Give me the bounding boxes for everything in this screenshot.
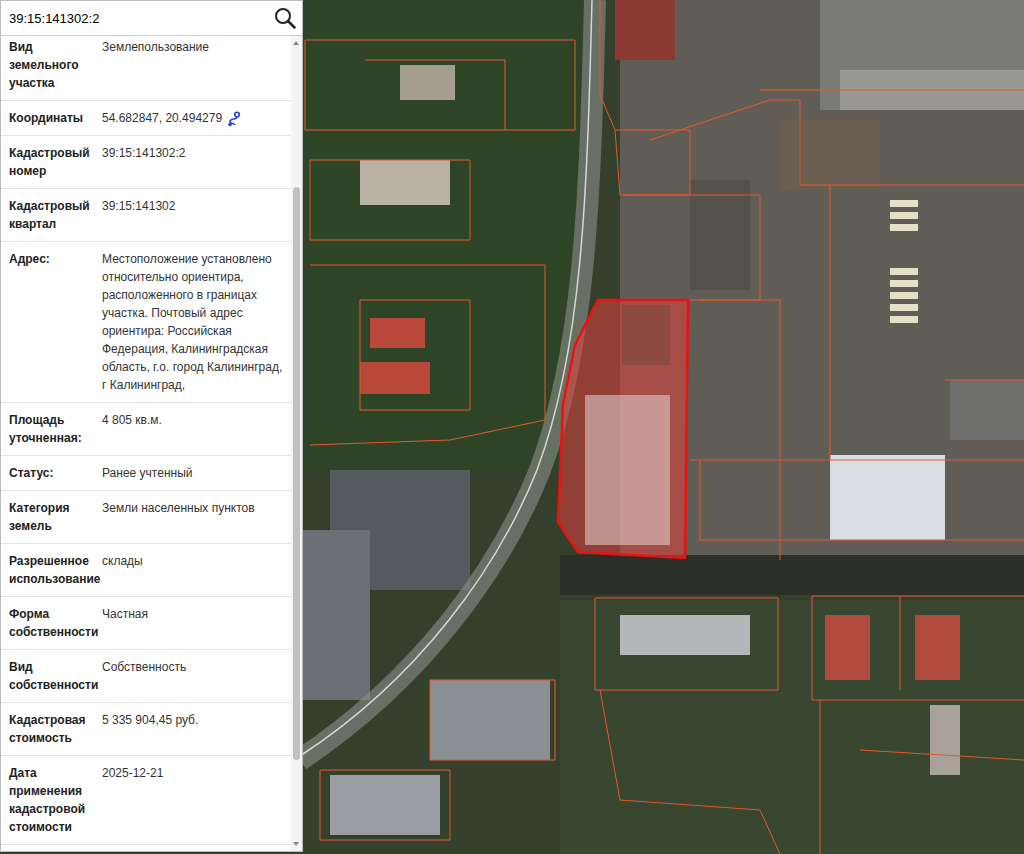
value-text: Частная bbox=[102, 607, 148, 621]
attribute-row: Кадастровый квартал39:15:141302 bbox=[1, 189, 291, 242]
attribute-row: Вид земельного участкаЗемлепользование bbox=[1, 30, 291, 101]
scrollbar[interactable] bbox=[291, 36, 302, 851]
attribute-row: Вид собственностиСобственность bbox=[1, 650, 291, 703]
value-text[interactable]: 54.682847, 20.494279 bbox=[102, 111, 222, 125]
value-text: склады bbox=[102, 554, 143, 568]
attribute-label: Вид собственности bbox=[9, 658, 101, 694]
info-panel: Вид земельного участкаЗемлепользованиеКо… bbox=[0, 0, 303, 852]
attribute-label: Дата применения кадастровой стоимости bbox=[9, 764, 101, 836]
search-input[interactable] bbox=[7, 10, 272, 27]
attribute-value: 4 805 кв.м. bbox=[101, 411, 287, 447]
scroll-down-icon[interactable] bbox=[293, 842, 299, 846]
value-text: Земли населенных пунктов bbox=[102, 501, 255, 515]
attribute-row: Форма собственностиЧастная bbox=[1, 597, 291, 650]
value-text: 5 335 904,45 руб. bbox=[102, 713, 198, 727]
attribute-label: Статус: bbox=[9, 464, 101, 482]
search-bar bbox=[1, 1, 302, 36]
attribute-value: Частная bbox=[101, 605, 287, 641]
attribute-row: Разрешенное использованиесклады bbox=[1, 544, 291, 597]
attribute-label: Кадастровая стоимость bbox=[9, 711, 101, 747]
attribute-row: Кадастровый номер39:15:141302:2 bbox=[1, 136, 291, 189]
attribute-label: Категория земель bbox=[9, 499, 101, 535]
attribute-label: Координаты bbox=[9, 109, 101, 127]
attribute-row: Кадастровая стоимость5 335 904,45 руб. bbox=[1, 703, 291, 756]
attribute-label: Площадь уточненная: bbox=[9, 411, 101, 447]
attribute-label: Адрес: bbox=[9, 250, 101, 394]
magnifier-icon bbox=[274, 7, 296, 29]
value-text: 4 805 кв.м. bbox=[102, 413, 162, 427]
attribute-value: 54.682847, 20.494279 bbox=[101, 109, 287, 127]
route-icon[interactable] bbox=[226, 111, 242, 127]
attribute-label: Форма собственности bbox=[9, 605, 101, 641]
attribute-value: 2025-12-21 bbox=[101, 764, 287, 836]
attribute-row: Адрес:Местоположение установлено относит… bbox=[1, 242, 291, 403]
value-text: Землепользование bbox=[102, 40, 209, 54]
selected-parcel[interactable] bbox=[558, 300, 688, 558]
attribute-value: Ранее учтенный bbox=[101, 464, 287, 482]
search-button[interactable] bbox=[272, 5, 298, 31]
attribute-value: Земли населенных пунктов bbox=[101, 499, 287, 535]
attribute-value: склады bbox=[101, 552, 287, 588]
attribute-row: Категория земельЗемли населенных пунктов bbox=[1, 491, 291, 544]
value-text: 39:15:141302 bbox=[102, 199, 175, 213]
attribute-label: Вид земельного участка bbox=[9, 38, 101, 92]
attribute-row: Статус:Ранее учтенный bbox=[1, 456, 291, 491]
value-text: Местоположение установлено относительно … bbox=[102, 252, 282, 392]
scroll-thumb[interactable] bbox=[293, 187, 300, 760]
attribute-label: Кадастровый квартал bbox=[9, 197, 101, 233]
value-text: Собственность bbox=[102, 660, 186, 674]
attribute-row: Дата применения кадастровой стоимости202… bbox=[1, 756, 291, 845]
attribute-value: Собственность bbox=[101, 658, 287, 694]
attribute-row: Координаты54.682847, 20.494279 bbox=[1, 101, 291, 136]
attribute-label: Кадастровый номер bbox=[9, 144, 101, 180]
attribute-value: Местоположение установлено относительно … bbox=[101, 250, 287, 394]
attribute-row: Площадь уточненная:4 805 кв.м. bbox=[1, 403, 291, 456]
attribute-value: Землепользование bbox=[101, 38, 287, 92]
value-text: 39:15:141302:2 bbox=[102, 146, 185, 160]
value-text: Ранее учтенный bbox=[102, 466, 192, 480]
attribute-value: 39:15:141302 bbox=[101, 197, 287, 233]
attribute-label: Разрешенное использование bbox=[9, 552, 101, 588]
scroll-track[interactable] bbox=[292, 50, 301, 837]
attribute-table: Вид земельного участкаЗемлепользованиеКо… bbox=[1, 30, 291, 851]
value-text: 2025-12-21 bbox=[102, 766, 163, 780]
scroll-up-icon[interactable] bbox=[293, 41, 299, 45]
attribute-value: 5 335 904,45 руб. bbox=[101, 711, 287, 747]
attribute-value: 39:15:141302:2 bbox=[101, 144, 287, 180]
